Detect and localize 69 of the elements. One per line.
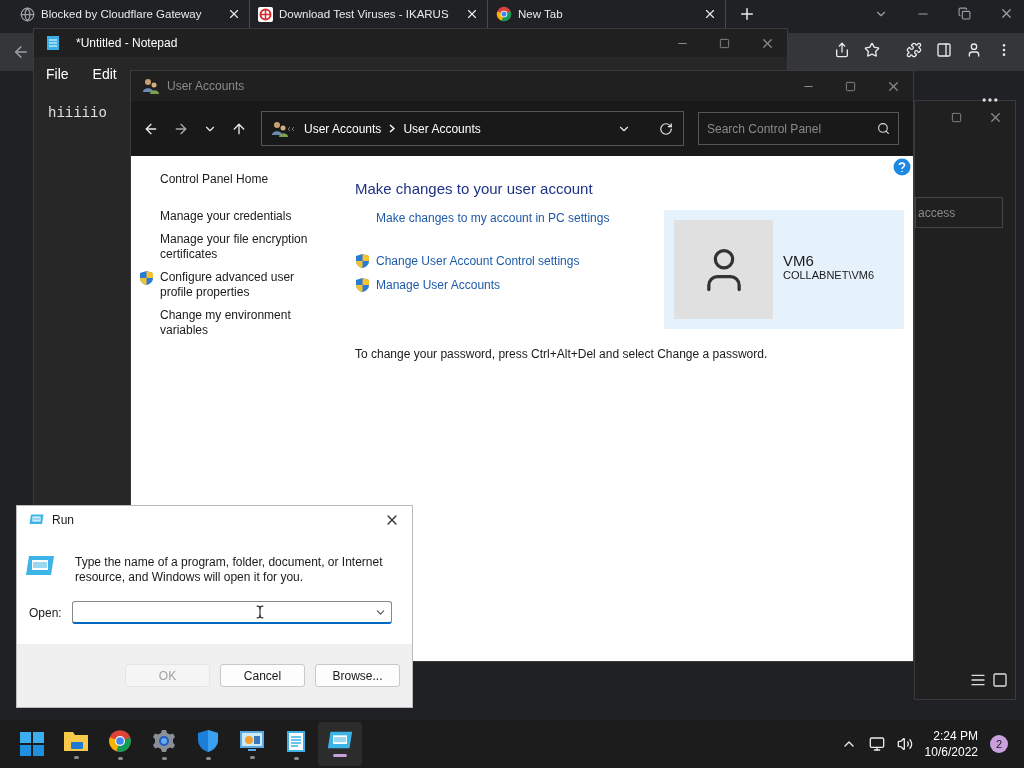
task-link[interactable]: Manage User Accounts	[376, 278, 501, 292]
volume-icon[interactable]	[896, 736, 913, 752]
restore-icon[interactable]	[958, 6, 971, 21]
window-title: Run	[52, 512, 75, 527]
network-icon[interactable]	[868, 736, 885, 752]
close-icon[interactable]	[227, 7, 241, 21]
task-link[interactable]: Make changes to my account in PC settings	[376, 211, 610, 225]
shield-icon[interactable]	[197, 728, 219, 753]
window-title: *Untitled - Notepad	[76, 36, 179, 50]
sidebar-link[interactable]: Control Panel Home	[139, 172, 341, 187]
settings-icon[interactable]	[152, 728, 176, 753]
control-panel-icon[interactable]	[239, 729, 265, 752]
run-icon	[327, 731, 353, 750]
shield-icon	[355, 277, 370, 293]
run-icon	[25, 555, 55, 576]
users-icon	[272, 120, 296, 137]
chrome-icon	[496, 6, 512, 22]
puzzle-icon[interactable]	[906, 42, 922, 58]
search-field[interactable]: Search Control Panel	[698, 112, 899, 145]
page-heading: Make changes to your user account	[355, 180, 594, 197]
share-icon[interactable]	[834, 42, 850, 58]
dialog-button[interactable]: Cancel	[220, 664, 305, 687]
document-text: hiiiiio	[48, 105, 107, 121]
close-icon[interactable]	[999, 6, 1014, 21]
menu-item[interactable]: Edit	[92, 66, 117, 82]
account-domain: COLLABNET\VM6	[783, 269, 875, 281]
open-field[interactable]	[71, 601, 392, 624]
breadcrumb-item[interactable]: User Accounts	[403, 121, 481, 136]
start-icon[interactable]	[20, 732, 44, 756]
chrome-icon	[108, 728, 132, 753]
maximize-icon[interactable]	[951, 111, 962, 123]
account-name: VM6	[783, 252, 815, 269]
notepad-icon	[46, 35, 60, 51]
star-icon[interactable]	[864, 42, 880, 58]
list-view-icon[interactable]	[970, 672, 986, 688]
run-icon	[29, 514, 44, 525]
avatar-icon	[674, 220, 773, 319]
dialog-button[interactable]: Browse...	[315, 664, 400, 687]
search-icon	[877, 122, 890, 135]
users-icon	[143, 78, 159, 94]
side-panel-icon[interactable]	[936, 42, 952, 58]
password-note: To change your password, press Ctrl+Alt+Del and select Change a password.	[355, 347, 769, 361]
clock[interactable]: 2:24 PM 10/6/2022	[924, 728, 978, 760]
task-link[interactable]: Change User Account Control settings	[376, 254, 580, 268]
breadcrumb-item[interactable]: User Accounts	[304, 121, 382, 136]
sidebar-link[interactable]: Configure advanced user profile properties	[160, 270, 310, 300]
address-bar[interactable]: User Accounts User Accounts	[261, 111, 684, 146]
refresh-icon[interactable]	[659, 121, 673, 136]
menu-item[interactable]: File	[46, 66, 69, 82]
notification-badge[interactable]: 2	[990, 735, 1008, 753]
window-title: User Accounts	[167, 79, 246, 93]
close-icon[interactable]	[703, 7, 717, 21]
chevron-icon	[389, 124, 396, 133]
close-icon[interactable]	[465, 7, 479, 21]
open-label: Open:	[29, 605, 62, 620]
site-icon	[258, 6, 273, 22]
shield-icon	[355, 253, 370, 269]
shield-icon	[139, 270, 154, 286]
folder-icon[interactable]	[63, 729, 89, 752]
sidebar-link[interactable]: Manage your credentials	[160, 209, 310, 224]
search-field[interactable]: access	[915, 197, 1003, 228]
preview-icon[interactable]	[992, 672, 1008, 688]
globe-icon	[20, 6, 35, 22]
sidebar-link[interactable]: Manage your file encryption certificates	[160, 232, 310, 262]
run-description: Type the name of a program, folder, document, or Internet resource, and Windows will open it for you.	[75, 555, 384, 585]
notepad-icon[interactable]	[286, 728, 306, 753]
profile-icon[interactable]	[966, 42, 982, 58]
help-icon[interactable]	[893, 158, 911, 176]
sidebar-link[interactable]: Change my environment variables	[160, 308, 310, 338]
